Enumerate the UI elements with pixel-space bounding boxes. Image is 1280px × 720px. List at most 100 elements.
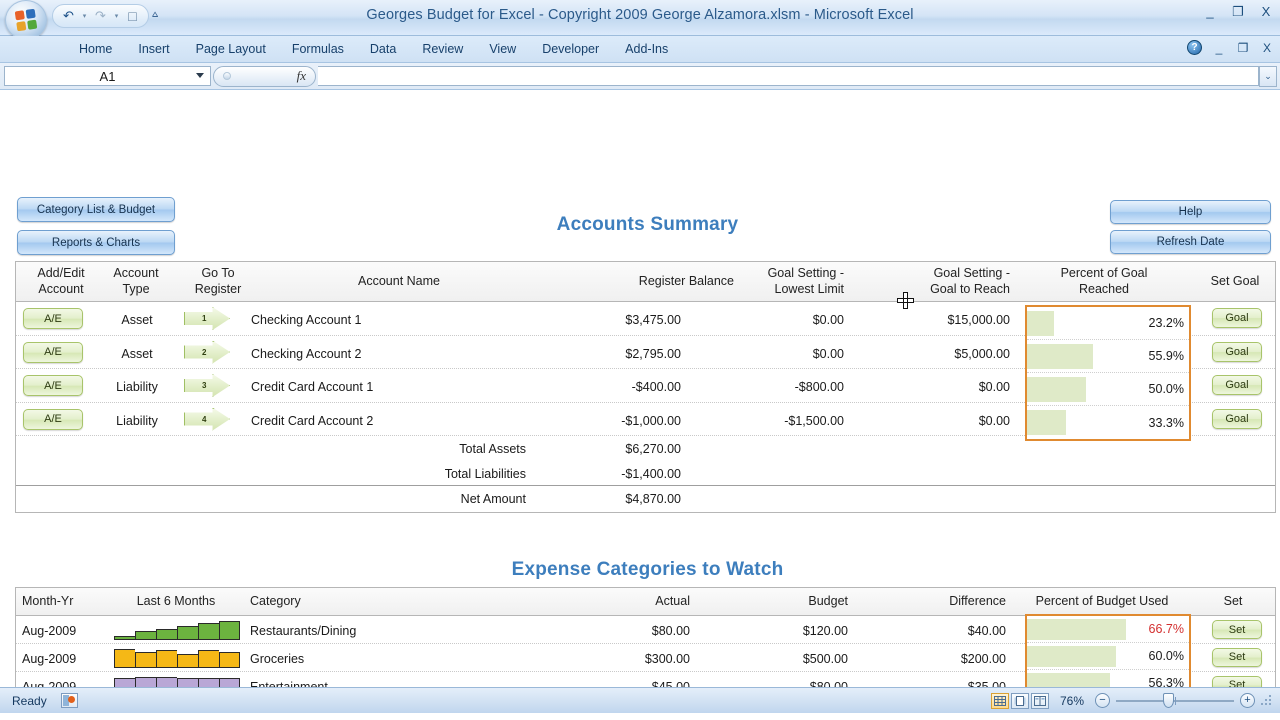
percent-of-budget-cell: 60.0%: [1027, 643, 1189, 671]
add-edit-account-button[interactable]: A/E: [23, 308, 83, 329]
percent-goal-bar: [1027, 311, 1055, 336]
expand-formula-bar-button[interactable]: ⌄: [1259, 65, 1277, 87]
percent-of-budget-cell: 56.3%: [1027, 670, 1189, 687]
expense-difference: $40.00: [967, 624, 1006, 638]
go-to-register-arrow[interactable]: [184, 407, 230, 431]
minimize-button[interactable]: _: [1202, 5, 1218, 19]
tab-data[interactable]: Data: [357, 39, 409, 60]
set-budget-button[interactable]: Set: [1212, 647, 1262, 667]
tab-view[interactable]: View: [476, 39, 529, 60]
help-button[interactable]: Help: [1110, 200, 1271, 224]
last-6-months-sparkline: [114, 676, 240, 687]
reports-charts-button[interactable]: Reports & Charts: [17, 230, 175, 255]
set-goal-button[interactable]: Goal: [1212, 408, 1262, 429]
workbook-close-button[interactable]: X: [1260, 41, 1274, 55]
tab-home[interactable]: Home: [66, 39, 125, 60]
status-state: Ready: [12, 693, 47, 708]
name-box-dropdown-icon[interactable]: [196, 73, 204, 78]
header-account-type-line2: Type: [122, 282, 150, 296]
header-account-type-line1: Account: [113, 266, 159, 280]
register-number: 2: [202, 347, 207, 357]
expense-budget: $80.00: [809, 679, 848, 687]
account-type: Asset: [121, 346, 153, 361]
name-box[interactable]: A1: [4, 66, 211, 86]
status-bar: Ready 76% − +: [0, 687, 1280, 713]
percent-budget-bar: [1027, 619, 1126, 641]
page-layout-view-button[interactable]: [1011, 692, 1029, 709]
mouse-cursor-crosshair: [897, 292, 914, 309]
set-goal-button[interactable]: Goal: [1212, 375, 1262, 395]
header-last-6-months: Last 6 Months: [136, 594, 216, 608]
macro-record-icon[interactable]: [60, 693, 78, 708]
set-goal-button[interactable]: Goal: [1212, 308, 1262, 328]
expense-categories-title: Expense Categories to Watch: [511, 559, 784, 580]
refresh-date-button[interactable]: Refresh Date: [1110, 230, 1271, 254]
expenses-percent-budget-group: 66.7%60.0%56.3%70.0%75.0%64.5%: [1025, 614, 1191, 687]
total-value: -$1,400.00: [621, 467, 681, 481]
set-goal-button[interactable]: Goal: [1212, 341, 1262, 362]
set-budget-button[interactable]: Set: [1212, 620, 1262, 639]
tab-page-layout[interactable]: Page Layout: [183, 39, 279, 60]
percent-goal-bar: [1027, 410, 1067, 435]
percent-budget-label: 60.0%: [1148, 649, 1184, 664]
percent-budget-label: 56.3%: [1148, 676, 1184, 687]
page-break-view-button[interactable]: [1031, 692, 1049, 709]
total-value: $4,870.00: [625, 492, 681, 506]
resize-grip-icon[interactable]: [1261, 695, 1272, 706]
zoom-in-button[interactable]: +: [1240, 693, 1255, 708]
category-list-budget-button[interactable]: Category List & Budget: [17, 197, 175, 222]
register-balance: $3,475.00: [625, 313, 681, 327]
expense-month: Aug-2009: [22, 624, 77, 638]
add-edit-account-button[interactable]: A/E: [23, 341, 83, 363]
accounts-percent-goal-group: 23.2% 55.9% 50.0% 33.3%: [1025, 305, 1191, 441]
header-goal-lowest-limit-line2: Lowest Limit: [774, 282, 844, 296]
goal-lowest-limit: -$800.00: [794, 380, 844, 394]
insert-function-icon[interactable]: fx: [297, 68, 306, 84]
add-edit-account-button[interactable]: A/E: [23, 408, 83, 430]
percent-of-budget-cell: 66.7%: [1027, 616, 1189, 644]
expense-difference: $35.00: [967, 679, 1006, 687]
account-type: Asset: [121, 313, 153, 327]
zoom-level[interactable]: 76%: [1055, 694, 1089, 708]
tab-add-ins[interactable]: Add-Ins: [612, 39, 681, 60]
go-to-register-arrow[interactable]: [184, 340, 230, 364]
tab-formulas[interactable]: Formulas: [279, 39, 357, 60]
expense-budget: $120.00: [802, 624, 848, 638]
tab-developer[interactable]: Developer: [529, 39, 612, 60]
header-month-yr: Month-Yr: [22, 594, 74, 608]
zoom-slider[interactable]: [1116, 693, 1234, 708]
accounts-summary-title: Accounts Summary: [556, 214, 739, 235]
go-to-register-arrow[interactable]: [184, 307, 230, 330]
window-title: Georges Budget for Excel - Copyright 200…: [366, 7, 914, 23]
workbook-minimize-button[interactable]: _: [1212, 41, 1226, 55]
add-edit-account-button[interactable]: A/E: [23, 375, 83, 396]
accounts-table-header: Add/Edit Account Account Type Go To Regi…: [16, 262, 1275, 302]
worksheet-content: Category List & Budget Reports & Charts …: [0, 90, 1280, 687]
worksheet-area[interactable]: Category List & Budget Reports & Charts …: [0, 90, 1280, 687]
cancel-icon[interactable]: [223, 72, 231, 80]
workbook-restore-button[interactable]: ❐: [1236, 41, 1250, 55]
set-budget-button[interactable]: Set: [1212, 675, 1262, 687]
zoom-out-button[interactable]: −: [1095, 693, 1110, 708]
header-go-to-register-line1: Go To: [201, 266, 235, 280]
formula-input[interactable]: [318, 66, 1259, 86]
percent-budget-bar: [1027, 646, 1116, 668]
ribbon-tab-bar: Home Insert Page Layout Formulas Data Re…: [0, 36, 1280, 63]
header-goal-lowest-limit-line1: Goal Setting -: [767, 266, 844, 280]
restore-button[interactable]: ❐: [1230, 5, 1246, 19]
percent-goal-label: 55.9%: [1148, 349, 1184, 363]
expense-actual: $300.00: [644, 651, 690, 666]
go-to-register-arrow[interactable]: [184, 374, 230, 397]
tab-insert[interactable]: Insert: [125, 39, 182, 60]
last-6-months-sparkline: [114, 648, 240, 668]
expenses-percent-bars: 66.7%60.0%56.3%70.0%75.0%64.5%: [1027, 616, 1189, 687]
tab-review[interactable]: Review: [409, 39, 476, 60]
normal-view-button[interactable]: [991, 692, 1009, 709]
help-icon[interactable]: ?: [1187, 40, 1202, 55]
header-set-goal: Set Goal: [1210, 274, 1260, 288]
total-value: $6,270.00: [625, 442, 681, 456]
expenses-table-header: Month-Yr Last 6 Months Category Actual B…: [16, 588, 1275, 616]
zoom-slider-thumb[interactable]: [1163, 693, 1174, 708]
goal-lowest-limit: -$1,500.00: [784, 413, 844, 428]
close-button[interactable]: X: [1258, 5, 1274, 19]
